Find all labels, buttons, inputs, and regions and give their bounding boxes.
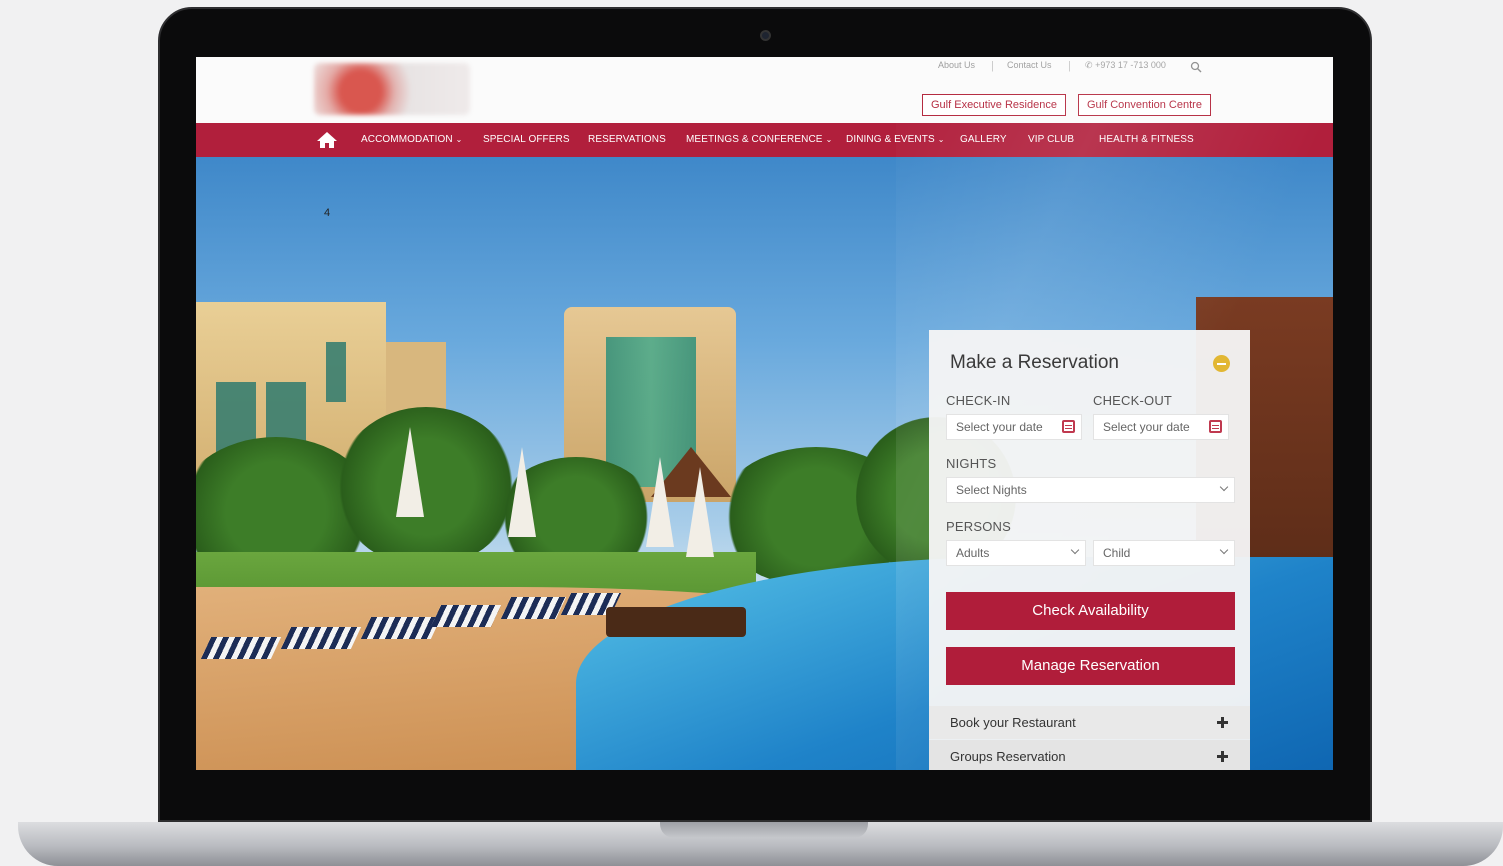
check-availability-button[interactable]: Check Availability [946,592,1235,630]
camera-icon [760,30,771,41]
chevron-down-icon [1219,545,1229,555]
phone-icon: ✆ [1085,60,1093,70]
nav-label: ACCOMMODATION [361,134,453,145]
contact-us-link[interactable]: Contact Us [1007,60,1052,70]
site-header: About Us | Contact Us | ✆ +973 17 -713 0… [196,57,1333,123]
header-divider: | [1068,60,1071,72]
nav-item-dining-events[interactable]: DINING & EVENTS ⌄ [846,134,945,145]
plus-icon[interactable] [1217,751,1228,762]
adults-value: Adults [956,546,990,560]
groups-reservation-accordion[interactable]: Groups Reservation [929,740,1250,770]
outdoor-dining-tables [606,607,746,637]
accordion-label: Groups Reservation [950,749,1066,764]
nav-label: GALLERY [960,134,1007,145]
phone-text: +973 17 -713 000 [1095,60,1166,70]
plus-icon[interactable] [1217,717,1228,728]
checkin-label: CHECK-IN [946,393,1011,408]
nav-label: MEETINGS & CONFERENCE [686,134,823,145]
collapse-icon[interactable] [1213,355,1230,372]
header-divider: | [991,60,994,72]
persons-label: PERSONS [946,519,1011,534]
umbrella [508,447,536,537]
child-value: Child [1103,546,1131,560]
nights-select[interactable]: Select Nights [946,477,1235,503]
reservation-panel: Make a Reservation CHECK-IN CHECK-OUT Se… [929,330,1250,770]
nav-item-special-offers[interactable]: SPECIAL OFFERS [483,134,570,145]
sun-lounger [500,597,567,619]
nights-label: NIGHTS [946,456,997,471]
umbrella [396,427,424,517]
chevron-down-icon: ⌄ [937,135,945,144]
nav-item-health-fitness[interactable]: HEALTH & FITNESS [1099,134,1194,145]
laptop-notch [660,822,868,838]
main-nav: ACCOMMODATION ⌄ SPECIAL OFFERS RESERVATIO… [196,123,1333,157]
child-select[interactable]: Child [1093,540,1235,566]
checkin-placeholder: Select your date [956,420,1043,434]
nav-label: VIP CLUB [1028,134,1075,145]
site-logo[interactable] [314,63,470,115]
nav-item-meetings-conference[interactable]: MEETINGS & CONFERENCE ⌄ [686,134,832,145]
nav-item-reservations[interactable]: RESERVATIONS [588,134,666,145]
mouse-cursor: 4 [324,207,331,219]
chevron-down-icon [1070,545,1080,555]
gulf-convention-centre-button[interactable]: Gulf Convention Centre [1078,94,1211,116]
adults-select[interactable]: Adults [946,540,1086,566]
reservation-title: Make a Reservation [950,352,1119,373]
palm-tree [336,407,516,567]
accordion-label: Book your Restaurant [950,715,1076,730]
chevron-down-icon [1219,482,1229,492]
checkout-label: CHECK-OUT [1093,393,1173,408]
phone-number: ✆ +973 17 -713 000 [1085,60,1166,71]
sun-lounger [430,605,502,627]
sun-lounger [200,637,282,659]
umbrella [646,457,674,547]
checkout-placeholder: Select your date [1103,420,1190,434]
chevron-down-icon: ⌄ [455,135,463,144]
nav-label: HEALTH & FITNESS [1099,134,1194,145]
search-icon[interactable] [1190,61,1202,73]
chevron-down-icon: ⌄ [825,135,833,144]
book-restaurant-accordion[interactable]: Book your Restaurant [929,706,1250,739]
nav-label: RESERVATIONS [588,134,666,145]
nav-label: SPECIAL OFFERS [483,134,570,145]
browser-screen: About Us | Contact Us | ✆ +973 17 -713 0… [196,57,1333,770]
checkin-date-field[interactable]: Select your date [946,414,1082,440]
checkout-date-field[interactable]: Select your date [1093,414,1229,440]
umbrella [686,467,714,557]
about-us-link[interactable]: About Us [938,60,975,70]
calendar-icon[interactable] [1062,420,1075,433]
sun-lounger [360,617,442,639]
gulf-executive-residence-button[interactable]: Gulf Executive Residence [922,94,1066,116]
manage-reservation-button[interactable]: Manage Reservation [946,647,1235,685]
nav-item-accommodation[interactable]: ACCOMMODATION ⌄ [361,134,462,145]
nav-label: DINING & EVENTS [846,134,935,145]
nav-item-gallery[interactable]: GALLERY [960,134,1007,145]
sun-lounger [280,627,362,649]
nav-item-vip-club[interactable]: VIP CLUB [1028,134,1074,145]
nights-value: Select Nights [956,483,1027,497]
calendar-icon[interactable] [1209,420,1222,433]
home-icon[interactable] [316,131,338,149]
